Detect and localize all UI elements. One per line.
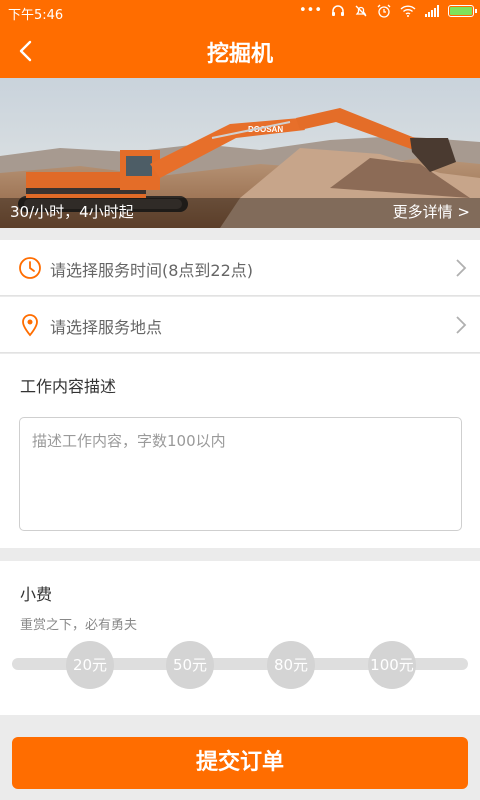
headset-icon: [332, 5, 344, 16]
header-bar: 挖掘机: [0, 24, 480, 78]
tip-option-100[interactable]: 100元: [368, 641, 416, 689]
chevron-right-icon: [456, 259, 467, 277]
service-location-row[interactable]: 请选择服务地点: [0, 297, 480, 353]
submit-order-button[interactable]: 提交订单: [12, 737, 468, 789]
signal-icon: [425, 4, 439, 17]
description-input[interactable]: [19, 417, 462, 531]
banner[interactable]: DOOSAN 30/小时，4小时起 更多详情 >: [0, 78, 480, 228]
status-bar: 下午5:46 •••: [0, 0, 480, 24]
tip-option-50[interactable]: 50元: [166, 641, 214, 689]
service-time-label: 请选择服务时间(8点到22点): [50, 261, 254, 280]
battery-icon: [448, 4, 477, 17]
status-time: 下午5:46: [8, 8, 64, 23]
page-title: 挖掘机: [206, 42, 273, 67]
service-location-label: 请选择服务地点: [50, 318, 163, 337]
tip-title: 小费: [20, 585, 53, 604]
tip-card: [0, 561, 480, 715]
tip-option-20[interactable]: 20元: [66, 641, 114, 689]
tip-subtitle: 重赏之下，必有勇夫: [20, 618, 138, 633]
alarm-icon: [377, 4, 391, 18]
more-dots-icon: •••: [298, 3, 322, 18]
mute-icon: [355, 5, 367, 16]
chevron-right-icon: [456, 316, 467, 334]
description-title: 工作内容描述: [20, 377, 117, 396]
tip-option-80[interactable]: 80元: [267, 641, 315, 689]
status-icons: •••: [298, 3, 477, 18]
price-text: 30/小时，4小时起: [10, 203, 134, 221]
wifi-icon: [400, 4, 416, 17]
service-time-row[interactable]: 请选择服务时间(8点到22点): [0, 240, 480, 296]
more-details-link[interactable]: 更多详情 >: [393, 201, 470, 222]
clock-icon: [19, 257, 41, 279]
location-pin-icon: [22, 314, 38, 337]
